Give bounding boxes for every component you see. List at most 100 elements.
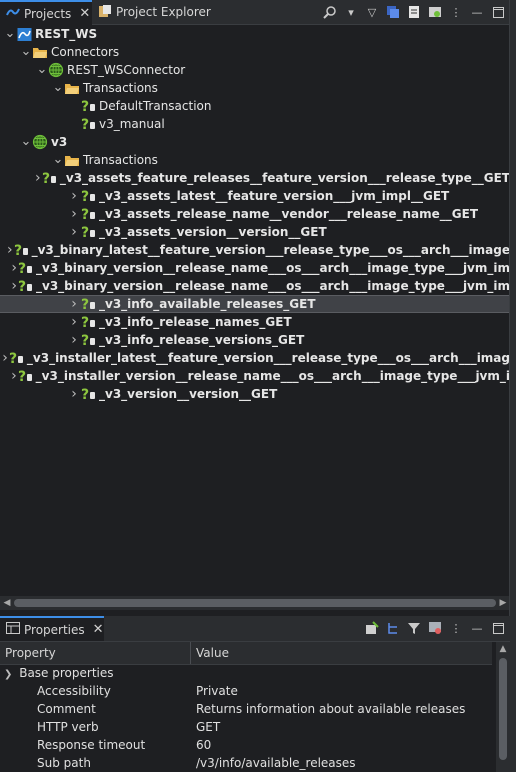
svg-text:?: ? [9,351,17,366]
chevron-down-icon[interactable]: ⌄ [36,63,48,76]
restore-icon[interactable] [427,620,443,636]
tree-item[interactable]: ⌄ Connectors [0,43,510,61]
property-row[interactable]: HTTP verb GET [0,718,492,736]
property-row[interactable]: Response timeout 60 [0,736,492,754]
property-value[interactable]: GET [196,718,220,736]
tree-item[interactable]: ⌄ Transactions [0,79,510,97]
folder-icon [64,152,80,168]
transaction-icon: ? [8,350,24,366]
svg-text:?: ? [18,369,26,384]
tree-item[interactable]: ? v3_manual [0,115,510,133]
property-key: Comment [37,702,96,716]
tree-item[interactable]: ⌄ REST_WS [0,25,510,43]
close-icon[interactable]: ✕ [93,622,104,637]
tree-item-label: _v3_binary_version__release_name___os___… [36,279,510,293]
chevron-right-icon[interactable]: › [68,296,80,312]
tree-item[interactable]: ›? _v3_installer_version__release_name___… [0,367,510,385]
tree-item[interactable]: ›? _v3_assets_version__version__GET [0,223,510,241]
tree-item-label: _v3_installer_latest__feature_version___… [26,351,510,365]
tree-item[interactable]: ›? _v3_installer_latest__feature_version_… [0,349,510,367]
horizontal-scrollbar[interactable]: ◀ ▶ [0,596,510,610]
scrollbar-thumb[interactable] [499,658,507,760]
tree-item-label: _v3_installer_version__release_name___os… [35,369,510,383]
property-group-label: Base properties [19,666,114,680]
property-row[interactable]: Accessibility Private [0,682,492,700]
transaction-icon: ? [80,332,96,348]
tree-item-label: _v3_binary_latest__feature_version___rel… [31,243,510,257]
column-header-value[interactable]: Value [191,642,229,664]
chevron-right-icon[interactable]: › [68,332,80,348]
scroll-right-icon[interactable]: ▶ [496,596,510,610]
property-key: HTTP verb [37,720,99,734]
chevron-down-icon[interactable]: ⌄ [20,45,32,58]
filter-icon[interactable]: ▽ [364,4,380,20]
minimize-icon[interactable]: — [469,4,485,20]
tree-item[interactable]: ›? _v3_assets_release_name__vendor___rele… [0,205,510,223]
chevron-right-icon[interactable]: › [68,206,80,222]
tree-item[interactable]: ⌄ v3 [0,133,510,151]
svg-text:?: ? [42,171,50,186]
tree-icon[interactable] [385,620,401,636]
tree-item[interactable]: ›? _v3_binary_version__release_name___os_… [0,259,510,277]
tree-item[interactable]: ›? _v3_assets_latest__feature_version___j… [0,187,510,205]
refresh-icon[interactable] [427,4,443,20]
transaction-icon: ? [80,314,96,330]
properties-icon [6,622,20,637]
svg-text:?: ? [81,297,89,312]
transaction-icon: ? [80,116,96,132]
pin-icon[interactable] [364,620,380,636]
tree-item[interactable]: ? DefaultTransaction [0,97,510,115]
chevron-right-icon[interactable]: › [68,386,80,402]
tree-item[interactable]: ⌄ REST_WSConnector [0,61,510,79]
maximize-icon[interactable] [490,4,506,20]
tree-item-label: _v3_info_release_versions_GET [99,333,305,347]
search-icon[interactable] [322,4,338,20]
chevron-right-icon[interactable]: › [68,314,80,330]
chevron-right-icon[interactable]: › [68,188,80,204]
tree-item[interactable]: ›? _v3_info_release_versions_GET [0,331,510,349]
chevron-down-icon[interactable]: ❯ [4,669,12,680]
maximize-icon[interactable] [490,620,506,636]
tab-projects[interactable]: Projects ✕ [0,0,92,25]
tab-project-explorer-label: Project Explorer [116,5,211,19]
chevron-down-icon[interactable]: ⌄ [52,153,64,166]
more-vert-icon[interactable]: ⋮ [448,620,464,636]
tree-item[interactable]: ›? _v3_info_available_releases_GET [0,295,510,313]
property-row[interactable]: Comment Returns information about availab… [0,700,492,718]
chevron-down-icon[interactable]: ⌄ [52,81,64,94]
property-value[interactable]: /v3/info/available_releases [196,754,356,772]
property-group[interactable]: ❯ Base properties [4,664,114,682]
more-vert-icon[interactable]: ⋮ [448,4,464,20]
vertical-scrollbar[interactable]: ▲ [496,642,510,772]
chevron-down-icon[interactable]: ⌄ [4,27,16,40]
chevron-right-icon[interactable]: › [68,224,80,240]
property-value[interactable]: Returns information about available rele… [196,700,465,718]
minimize-icon[interactable]: — [469,620,485,636]
tree-item[interactable]: ⌄ Transactions [0,151,510,169]
property-row[interactable]: Sub path/v3/info/available_releases [0,754,492,772]
tree-item[interactable]: ›? _v3_info_release_names_GET [0,313,510,331]
tree-item[interactable]: ›? _v3_binary_latest__feature_version___r… [0,241,510,259]
tab-properties[interactable]: Properties ✕ [0,616,104,641]
collapse-all-icon[interactable] [385,4,401,20]
property-value[interactable]: 60 [196,736,211,754]
chevron-down-icon[interactable]: ▾ [343,4,359,20]
scroll-up-icon[interactable]: ▲ [496,642,510,656]
column-header-property[interactable]: Property [0,642,56,664]
svg-text:?: ? [81,315,89,330]
property-value[interactable]: Private [196,682,238,700]
filter-icon[interactable] [406,620,422,636]
svg-text:?: ? [81,99,89,114]
properties-panel: Properties ✕ ⋮ — Property Value ❯ Base p… [0,616,510,772]
scroll-left-icon[interactable]: ◀ [0,596,14,610]
transaction-icon: ? [80,188,96,204]
chevron-down-icon[interactable]: ⌄ [20,135,32,148]
tree-item-label: REST_WS [35,27,98,41]
tree-item[interactable]: ›? _v3_assets_feature_releases__feature_v… [0,169,510,187]
tree-item[interactable]: ›? _v3_binary_version__release_name___os_… [0,277,510,295]
tree-item[interactable]: ›? _v3_version__version__GET [0,385,510,403]
scrollbar-thumb[interactable] [14,599,496,607]
tab-project-explorer[interactable]: Project Explorer [92,0,242,24]
close-icon[interactable]: ✕ [79,6,90,21]
link-icon[interactable] [406,4,422,20]
